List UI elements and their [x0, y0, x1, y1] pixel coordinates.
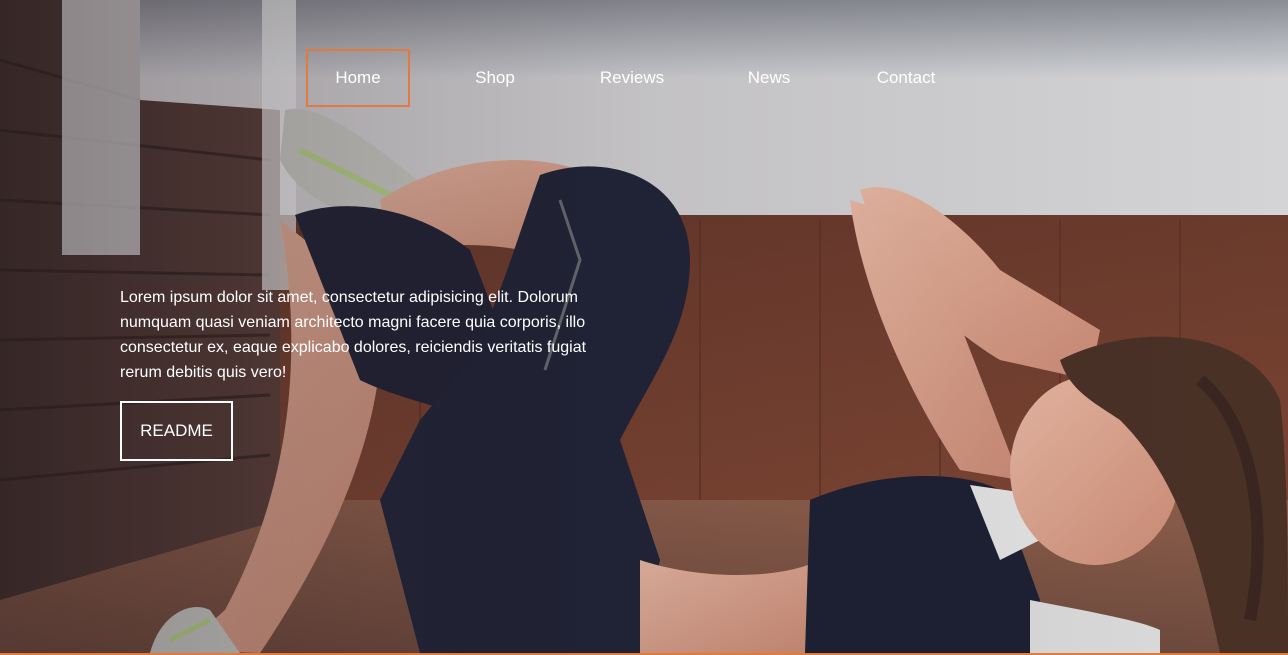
- hero-section: Home Shop Reviews News Contact Lorem ips…: [0, 0, 1288, 655]
- nav-item-shop[interactable]: Shop: [443, 49, 547, 107]
- nav-item-news[interactable]: News: [717, 49, 821, 107]
- nav-item-reviews[interactable]: Reviews: [580, 49, 684, 107]
- main-navigation: Home Shop Reviews News Contact: [306, 48, 991, 108]
- nav-item-contact[interactable]: Contact: [854, 49, 958, 107]
- hero-description: Lorem ipsum dolor sit amet, consectetur …: [120, 289, 587, 381]
- nav-item-home[interactable]: Home: [306, 49, 410, 107]
- readme-button[interactable]: README: [120, 401, 233, 461]
